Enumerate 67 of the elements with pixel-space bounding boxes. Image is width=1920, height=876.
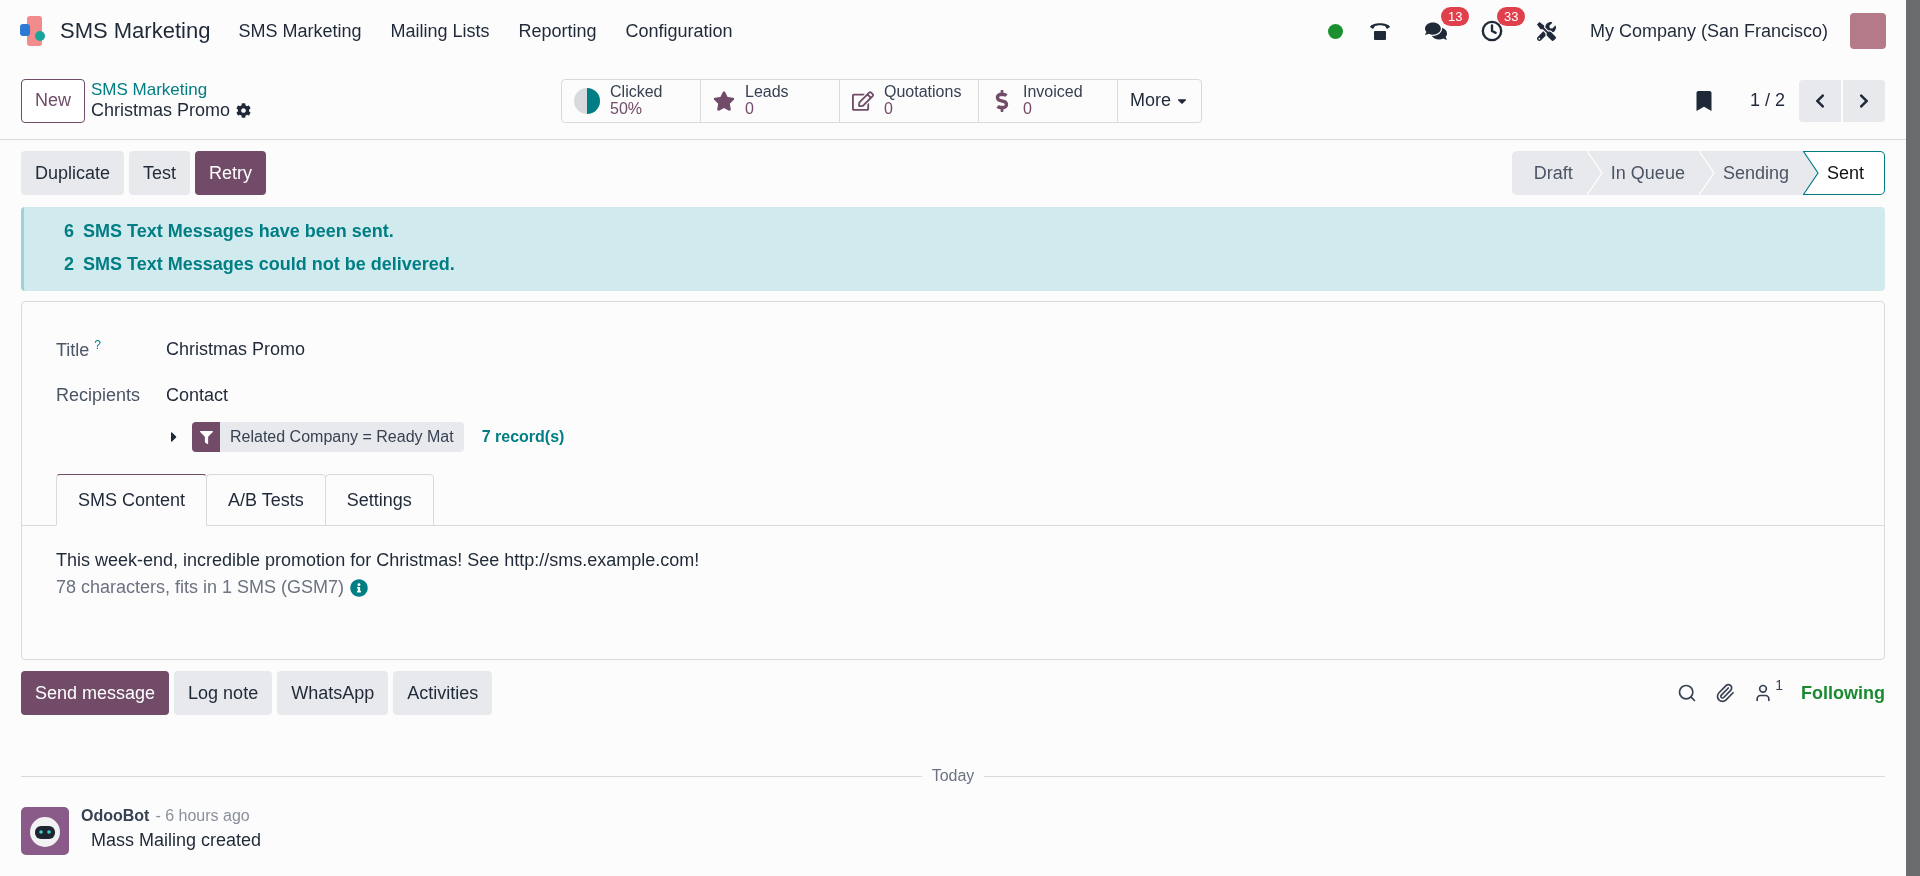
- status-step[interactable]: Draft: [1511, 151, 1587, 195]
- field-value[interactable]: Contact: [166, 385, 1850, 406]
- alert-text: SMS Text Messages could not be delivered.: [83, 254, 455, 275]
- message-time: - 6 hours ago: [155, 807, 250, 825]
- more-button[interactable]: More: [1118, 79, 1202, 122]
- menu-item[interactable]: Mailing Lists: [390, 20, 490, 42]
- message-count-badge: 13: [1440, 7, 1470, 26]
- breadcrumb-link[interactable]: SMS Marketing: [91, 80, 561, 100]
- stat-button[interactable]: Quotations 0: [840, 79, 979, 122]
- pager-value: 1 / 2: [1749, 90, 1785, 111]
- app-logo-icon: [20, 16, 48, 46]
- following-link[interactable]: Following: [1801, 682, 1885, 704]
- form-tab[interactable]: A/B Tests: [206, 474, 326, 526]
- robot-avatar: [21, 807, 69, 855]
- action-button[interactable]: Duplicate: [21, 151, 125, 195]
- alert-text: SMS Text Messages have been sent.: [83, 221, 394, 242]
- chatter-button[interactable]: Log note: [174, 671, 273, 715]
- paperclip-icon[interactable]: [1715, 683, 1736, 703]
- form-tab[interactable]: Settings: [324, 474, 434, 526]
- filter-chip[interactable]: Related Company = Ready Mat: [220, 422, 464, 452]
- chatter-button[interactable]: Activities: [393, 671, 493, 715]
- date-divider: Today: [931, 767, 975, 785]
- search-icon[interactable]: [1677, 683, 1698, 703]
- chevron-separator: [1698, 151, 1715, 195]
- status-step[interactable]: In Queue: [1602, 151, 1699, 195]
- settings-icon[interactable]: [236, 103, 252, 118]
- company-name[interactable]: My Company (San Francisco): [1589, 20, 1828, 42]
- menu-item[interactable]: Configuration: [625, 20, 733, 42]
- message-body: Mass Mailing created: [91, 830, 262, 851]
- records-link[interactable]: 7 record(s): [481, 428, 565, 446]
- status-step[interactable]: Sending: [1714, 151, 1803, 195]
- filter-icon: [192, 422, 220, 452]
- new-button[interactable]: New: [21, 78, 85, 123]
- record-name: Christmas Promo: [91, 100, 231, 121]
- message-author[interactable]: OdooBot: [81, 807, 150, 825]
- field-label: Recipients: [56, 385, 142, 406]
- character-count: 78 characters, fits in 1 SMS (GSM7): [56, 577, 345, 598]
- chat-icon[interactable]: [1424, 20, 1447, 42]
- alert-count: 6: [64, 221, 74, 242]
- tools-icon[interactable]: [1536, 21, 1556, 41]
- stat-button[interactable]: Clicked 50%: [562, 79, 701, 122]
- phone-icon[interactable]: [1368, 21, 1391, 41]
- chatter-button[interactable]: WhatsApp: [277, 671, 389, 715]
- sms-body[interactable]: This week-end, incredible promotion for Christmas! See http://sms.example.com!: [56, 550, 1850, 571]
- action-button[interactable]: Test: [129, 151, 191, 195]
- menu-item[interactable]: SMS Marketing: [238, 20, 362, 42]
- stat-button[interactable]: Invoiced 0: [979, 79, 1118, 122]
- next-button[interactable]: [1843, 79, 1885, 122]
- field-label: Title $^{?}$: [56, 338, 103, 361]
- menu-item[interactable]: Reporting: [518, 20, 597, 42]
- edit-icon: [852, 89, 874, 112]
- action-button[interactable]: Retry: [195, 151, 267, 195]
- chevron-separator: [1802, 151, 1819, 195]
- chevron-separator: [1586, 151, 1603, 195]
- info-icon[interactable]: [350, 578, 369, 597]
- clock-icon[interactable]: [1480, 20, 1503, 42]
- chatter-button[interactable]: Send message: [21, 671, 170, 715]
- activity-count-badge: 33: [1496, 7, 1526, 26]
- follower-count: 1: [1775, 677, 1783, 693]
- field-value[interactable]: Christmas Promo: [166, 339, 1850, 360]
- stat-button[interactable]: Leads 0: [701, 79, 840, 122]
- form-tab[interactable]: SMS Content: [56, 474, 208, 526]
- previous-button[interactable]: [1799, 79, 1841, 122]
- star-icon: [713, 89, 735, 112]
- app-name: SMS Marketing: [60, 18, 211, 44]
- pie-gauge-icon: [574, 87, 600, 114]
- alert-count: 2: [64, 254, 74, 275]
